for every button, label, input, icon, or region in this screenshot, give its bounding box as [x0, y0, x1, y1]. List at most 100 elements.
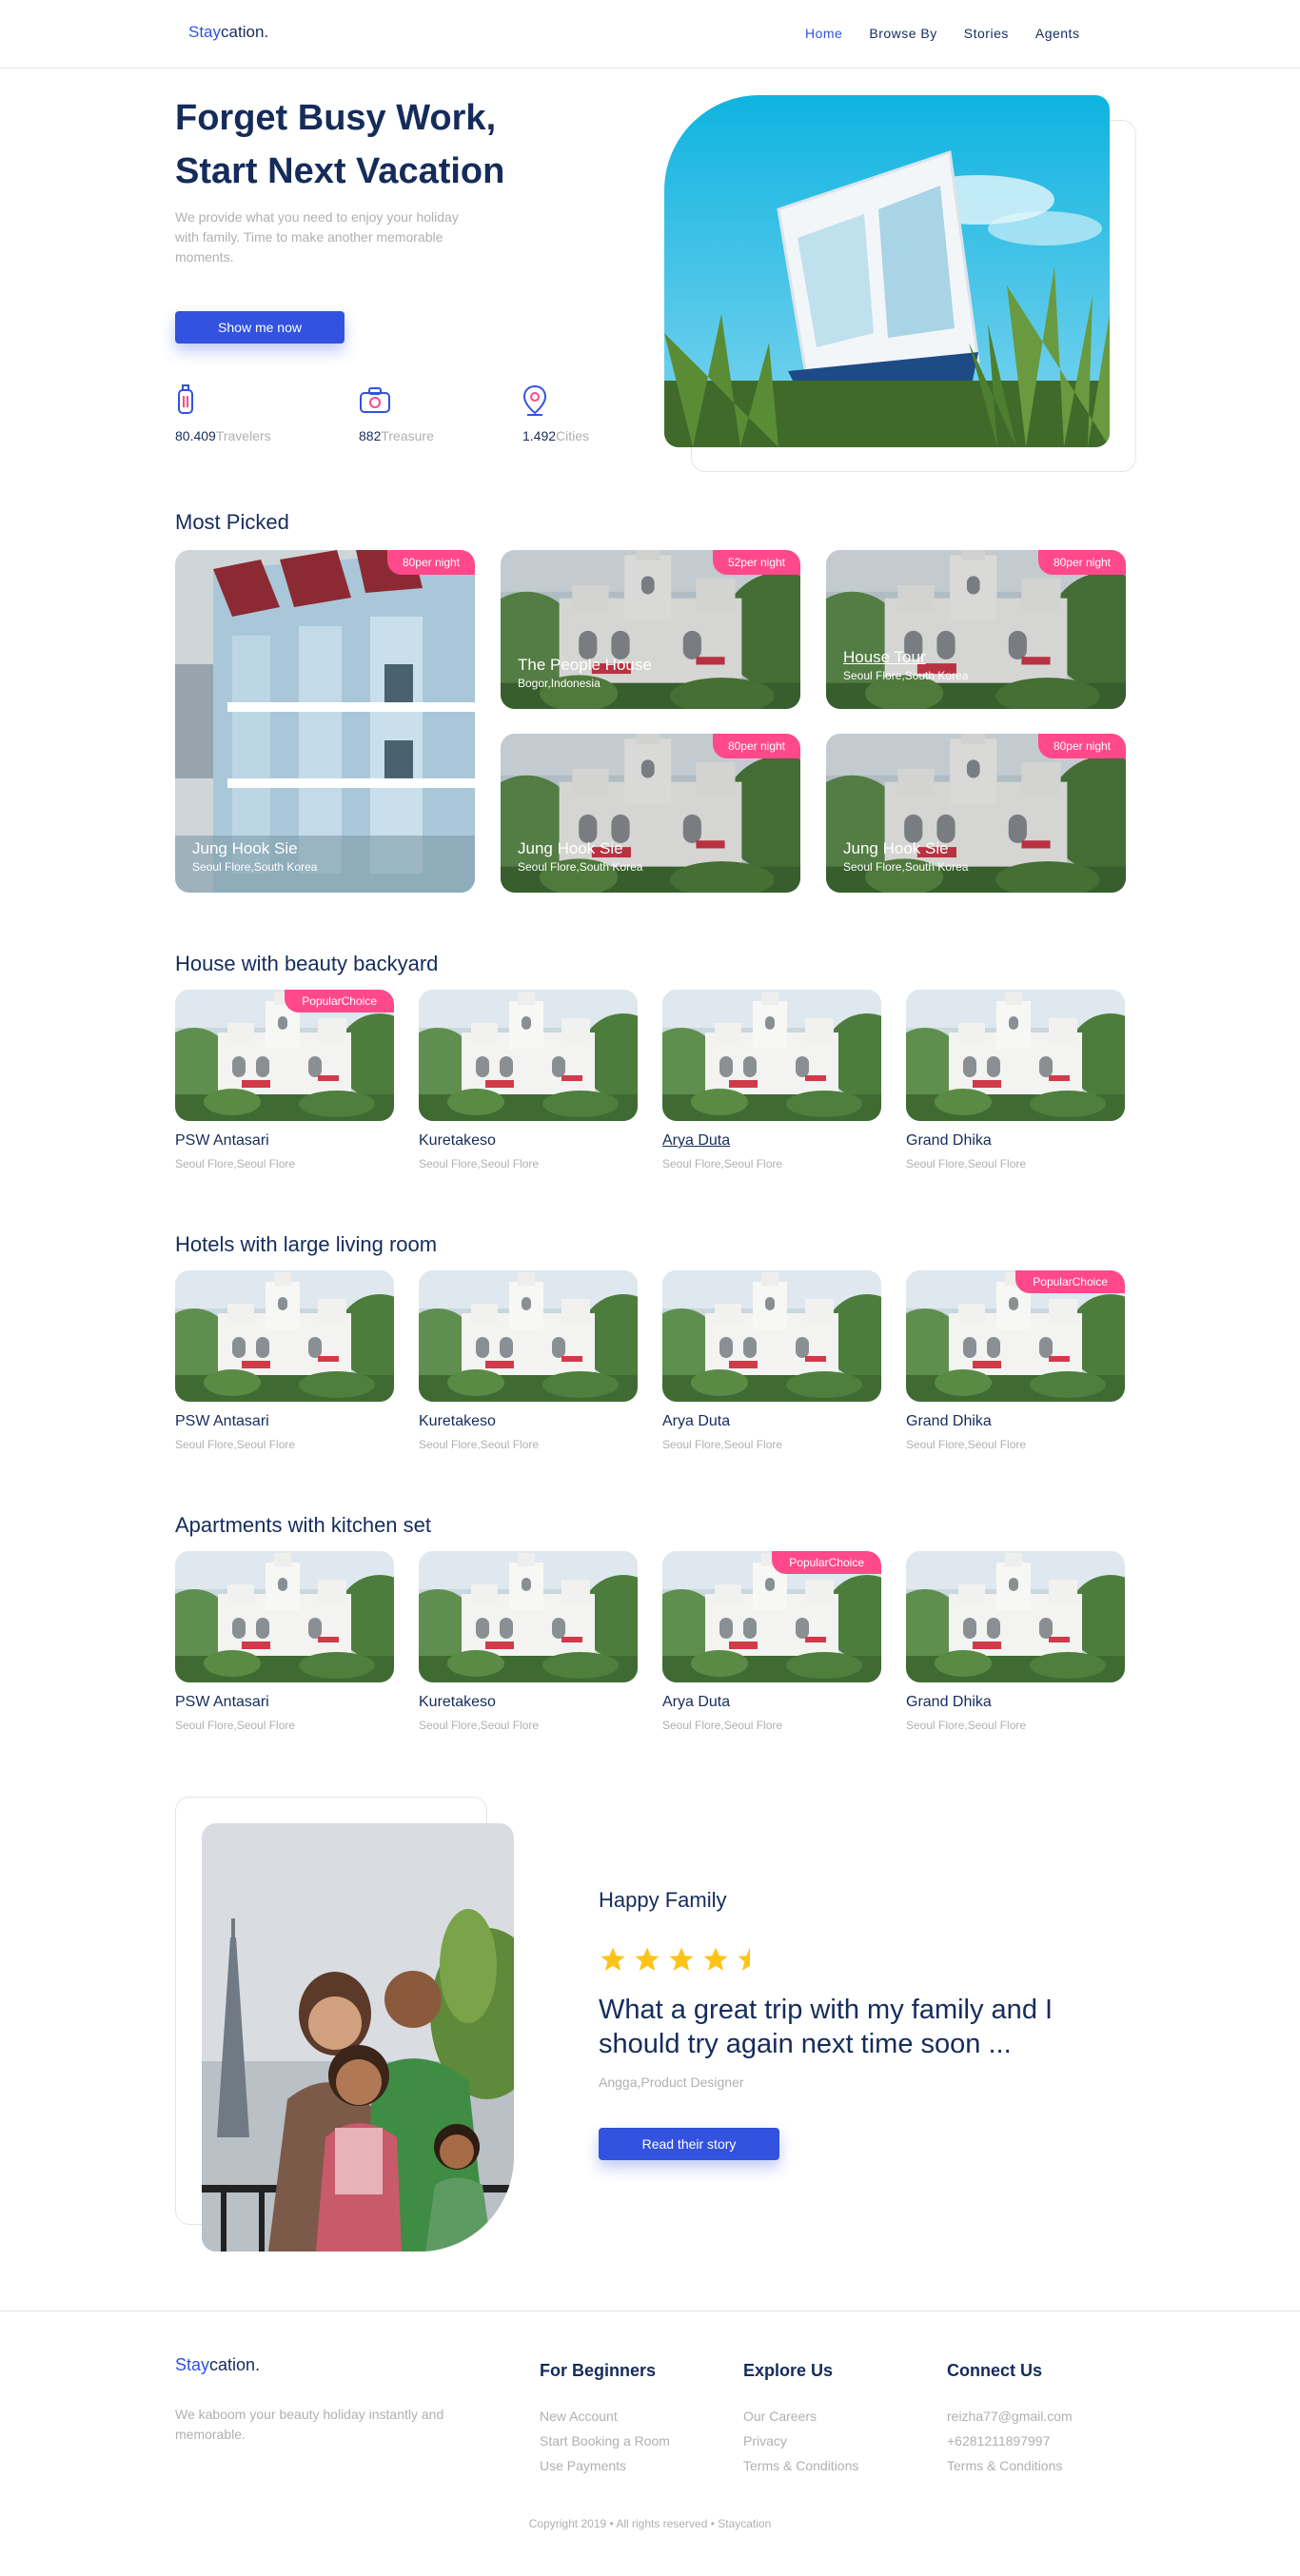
- property-name[interactable]: Arya Duta: [662, 1132, 730, 1150]
- category-title: House with beauty backyard: [175, 952, 439, 975]
- footer-link[interactable]: Terms & Conditions: [743, 2453, 858, 2478]
- nav-stories[interactable]: Stories: [964, 26, 1009, 41]
- footer-link[interactable]: Use Payments: [540, 2453, 670, 2478]
- property-name[interactable]: PSW Antasari: [175, 1132, 269, 1150]
- card-name[interactable]: House Tour: [843, 648, 968, 667]
- testimonial-quote: What a great trip with my family and I s…: [599, 1995, 1054, 2059]
- camera-icon: [359, 384, 391, 417]
- property-card[interactable]: PopularChoice: [662, 1551, 881, 1682]
- card-location: Seoul Flore,South Korea: [192, 860, 318, 874]
- property-location: Seoul Flore,Seoul Flore: [662, 1157, 783, 1170]
- footer-logo[interactable]: Staycation.: [175, 2355, 260, 2375]
- star-icon: [601, 1947, 625, 1971]
- star-icon: [635, 1947, 660, 1971]
- property-card[interactable]: [419, 990, 638, 1121]
- property-location: Seoul Flore,Seoul Flore: [175, 1157, 296, 1170]
- villa-image: [419, 1551, 638, 1682]
- property-location: Seoul Flore,Seoul Flore: [175, 1719, 296, 1732]
- footer-link[interactable]: +6281211897997: [947, 2429, 1073, 2453]
- footer-link[interactable]: Start Booking a Room: [540, 2429, 670, 2453]
- stat-travelers-text: 80.409Travelers: [175, 428, 271, 443]
- footer-link[interactable]: New Account: [540, 2404, 670, 2429]
- popular-choice-badge: PopularChoice: [285, 990, 394, 1013]
- footer-column-connect: Connect Us reizha77@gmail.com +628121189…: [947, 2361, 1073, 2478]
- villa-image: [662, 1270, 881, 1402]
- suitcase-icon: [175, 384, 196, 417]
- property-name[interactable]: PSW Antasari: [175, 1413, 269, 1430]
- nav-home[interactable]: Home: [805, 26, 842, 41]
- logo-accent: Stay: [188, 23, 222, 41]
- property-card[interactable]: [175, 1551, 394, 1682]
- card-name: Jung Hook Sie: [843, 839, 949, 857]
- map-pin-icon: [522, 384, 547, 417]
- card-location: Seoul Flore,South Korea: [843, 669, 969, 682]
- hero-title: Forget Busy Work, Start Next Vacation: [175, 98, 505, 191]
- stat-treasure-text: 882Treasure: [359, 428, 434, 443]
- stat-label: Travelers: [215, 428, 271, 443]
- footer-link[interactable]: reizha77@gmail.com: [947, 2404, 1073, 2429]
- property-name[interactable]: Grand Dhika: [906, 1413, 992, 1430]
- property-card[interactable]: [662, 990, 881, 1121]
- testimonial-label: Happy Family: [599, 1888, 727, 1912]
- villa-image: [906, 1551, 1125, 1682]
- property-card[interactable]: [906, 1551, 1125, 1682]
- property-card[interactable]: [419, 1551, 638, 1682]
- price-badge: 52per night: [712, 550, 800, 575]
- logo-rest: cation.: [221, 23, 269, 41]
- villa-image: [175, 1551, 394, 1682]
- most-picked-card[interactable]: 80per night House Tour Seoul Flore,South…: [826, 550, 1126, 709]
- property-location: Seoul Flore,Seoul Flore: [175, 1438, 296, 1451]
- popular-choice-badge: PopularChoice: [772, 1551, 881, 1574]
- property-name[interactable]: PSW Antasari: [175, 1694, 269, 1711]
- property-card[interactable]: [662, 1270, 881, 1402]
- card-caption: The People House Bogor,Indonesia: [518, 656, 652, 690]
- footer-column-explore: Explore Us Our Careers Privacy Terms & C…: [743, 2361, 858, 2478]
- most-picked-card[interactable]: 52per night The People House Bogor,Indon…: [501, 550, 800, 709]
- property-card[interactable]: [419, 1270, 638, 1402]
- brand-logo[interactable]: Staycation.: [188, 23, 268, 42]
- star-icon: [703, 1947, 728, 1971]
- card-name: The People House: [518, 656, 652, 674]
- testimonial-family-image: [202, 1823, 514, 2252]
- most-picked-card[interactable]: 80per night Jung Hook Sie Seoul Flore,So…: [826, 734, 1126, 893]
- property-name[interactable]: Kuretakeso: [419, 1694, 496, 1711]
- most-picked-card-featured[interactable]: 80per night Jung Hook Sie Seoul Flore,So…: [175, 550, 475, 893]
- price-badge: 80per night: [386, 550, 475, 575]
- footer-link[interactable]: Our Careers: [743, 2404, 858, 2429]
- property-name[interactable]: Arya Duta: [662, 1694, 730, 1711]
- stat-value: 882: [359, 428, 382, 443]
- nav-browse-by[interactable]: Browse By: [869, 26, 936, 41]
- property-name[interactable]: Grand Dhika: [906, 1132, 992, 1150]
- footer-column-title: For Beginners: [540, 2361, 657, 2380]
- copyright: Copyright 2019 • All rights reserved • S…: [528, 2517, 772, 2530]
- read-their-story-button[interactable]: Read their story: [599, 2128, 779, 2160]
- nav-agents[interactable]: Agents: [1035, 26, 1080, 41]
- footer-column-title: Connect Us: [947, 2361, 1043, 2380]
- most-picked-card[interactable]: 80per night Jung Hook Sie Seoul Flore,So…: [501, 734, 800, 893]
- property-name[interactable]: Grand Dhika: [906, 1694, 992, 1711]
- villa-image: [175, 1270, 394, 1402]
- property-location: Seoul Flore,Seoul Flore: [906, 1157, 1027, 1170]
- property-card[interactable]: PopularChoice: [906, 1270, 1125, 1402]
- property-name[interactable]: Kuretakeso: [419, 1413, 496, 1430]
- footer-link[interactable]: Privacy: [743, 2429, 858, 2453]
- footer-link[interactable]: Terms & Conditions: [947, 2453, 1073, 2478]
- hero-image: [664, 95, 1110, 447]
- stat-cities: [522, 384, 547, 417]
- footer-description: We kaboom your beauty holiday instantly …: [175, 2407, 444, 2442]
- property-card[interactable]: [906, 990, 1125, 1121]
- property-card[interactable]: [175, 1270, 394, 1402]
- property-name[interactable]: Kuretakeso: [419, 1132, 496, 1150]
- category-title: Hotels with large living room: [175, 1232, 438, 1256]
- card-name: Jung Hook Sie: [192, 839, 298, 857]
- stat-cities-text: 1.492Cities: [522, 428, 589, 443]
- property-location: Seoul Flore,Seoul Flore: [906, 1438, 1027, 1451]
- property-location: Seoul Flore,Seoul Flore: [906, 1719, 1027, 1732]
- logo-rest: cation.: [209, 2355, 261, 2374]
- property-location: Seoul Flore,Seoul Flore: [419, 1157, 540, 1170]
- property-card[interactable]: PopularChoice: [175, 990, 394, 1121]
- property-name[interactable]: Arya Duta: [662, 1413, 730, 1430]
- show-me-now-button[interactable]: Show me now: [175, 311, 345, 344]
- stat-treasure: [359, 384, 391, 417]
- rating-stars: [599, 1945, 764, 1974]
